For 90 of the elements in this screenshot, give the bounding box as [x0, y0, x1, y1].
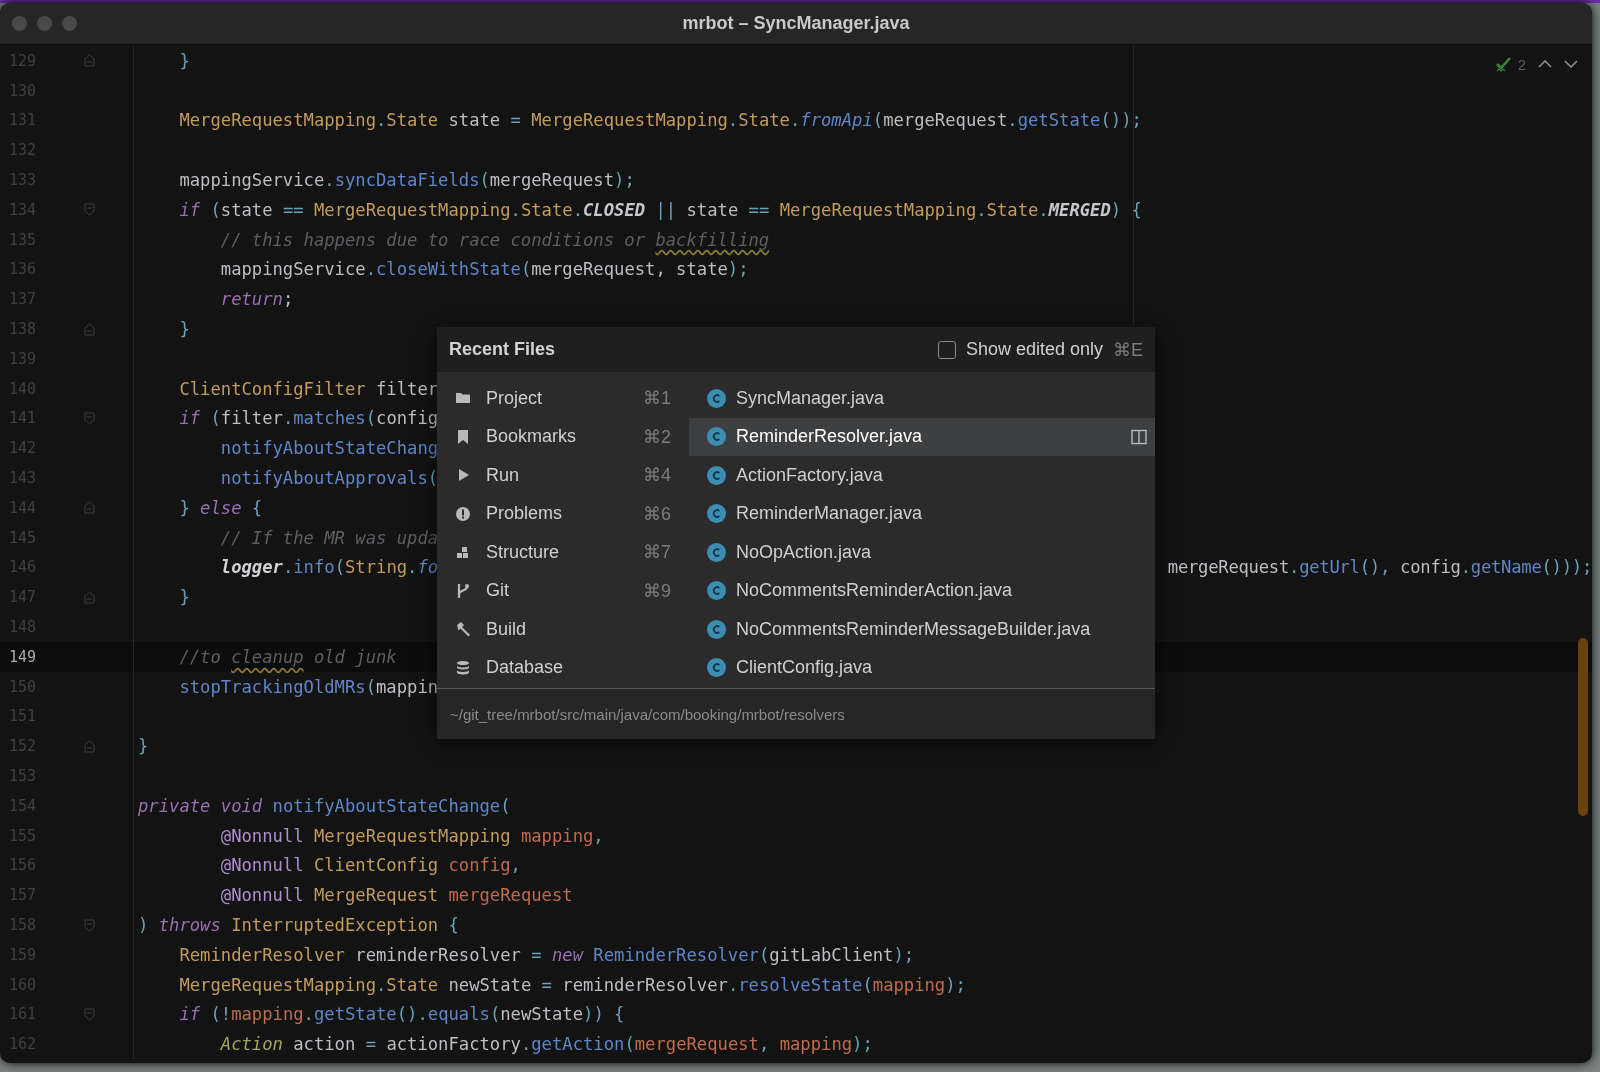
- code-line: Action action = actionFactory.getAction(mergeRequest, mapping);: [219, 1034, 873, 1055]
- tool-window-item[interactable]: Build: [486, 618, 527, 640]
- shortcut-hint: ⌘4: [643, 464, 671, 487]
- inspection-count: 2: [1517, 55, 1526, 73]
- class-icon: [707, 465, 726, 485]
- code-line: } else {: [178, 497, 263, 518]
- fold-marker-icon[interactable]: [83, 501, 95, 515]
- code-line: logger.info(String.fo: [219, 557, 439, 578]
- code-line: notifyAboutStateChang: [219, 438, 439, 459]
- shortcut-hint: ⌘9: [643, 579, 671, 602]
- zoom-button[interactable]: [62, 16, 77, 31]
- tool-window-item[interactable]: Problems: [486, 503, 563, 525]
- class-icon: [707, 658, 726, 678]
- file-item[interactable]: ReminderManager.java: [689, 494, 1155, 533]
- class-icon: [707, 388, 726, 408]
- window-title: mrbot – SyncManager.java: [682, 13, 910, 34]
- code-line: if (filter.matches(config: [178, 408, 439, 429]
- chevron-up-icon[interactable]: [1538, 59, 1552, 69]
- fold-marker-icon[interactable]: [83, 590, 95, 604]
- code-line: ReminderResolver reminderResolver = new ReminderResolver(gitLabClient);: [178, 944, 915, 965]
- file-item[interactable]: ReminderResolver.java: [689, 417, 1155, 456]
- fold-marker-icon[interactable]: [83, 411, 95, 425]
- checkbox-label[interactable]: Show edited only: [965, 339, 1103, 360]
- code-line: @Nonnull ClientConfig config,: [219, 855, 521, 876]
- code-line: if (!mapping.getState().equals(newState)) {: [178, 1004, 625, 1025]
- minimize-button[interactable]: [37, 16, 52, 31]
- code-line: // this happens due to race conditions or backfilling: [219, 229, 770, 250]
- code-line: }: [178, 587, 190, 608]
- code-line: return;: [219, 289, 294, 310]
- tool-window-item[interactable]: Bookmarks: [486, 426, 577, 448]
- file-item[interactable]: SyncManager.java: [689, 379, 1155, 418]
- code-line: if (state == MergeRequestMapping.State.CLOSED || state == MergeRequestMapping.State.MERGED) {: [178, 199, 1142, 220]
- fold-marker-icon[interactable]: [83, 322, 95, 336]
- class-icon: [707, 619, 726, 639]
- code-line: mappingService.closeWithState(mergeRequest, state);: [219, 259, 749, 280]
- branch-icon: [455, 582, 471, 599]
- file-item[interactable]: NoCommentsReminderMessageBuilder.java: [689, 610, 1155, 649]
- code-line: notifyAboutApprovals(: [219, 468, 439, 489]
- class-icon: [707, 542, 726, 562]
- tool-window-item[interactable]: Project: [486, 387, 543, 409]
- code-line: ClientConfigFilter filter: [178, 378, 439, 399]
- tool-window-item[interactable]: Run: [486, 464, 520, 486]
- tool-window-item[interactable]: Git: [486, 580, 509, 602]
- class-icon: [707, 581, 726, 601]
- file-item[interactable]: ActionFactory.java: [689, 456, 1155, 495]
- code-line: mergeRequest.getUrl(), config.getName()));: [1167, 557, 1592, 578]
- split-view-icon[interactable]: [1131, 428, 1147, 445]
- code-line: stopTrackingOldMRs(mappin: [178, 676, 439, 697]
- tool-window-item[interactable]: Structure: [486, 541, 560, 563]
- scrollbar-thumb[interactable]: [1578, 638, 1588, 816]
- code-line: MergeRequestMapping.State newState = reminderResolver.resolveState(mapping);: [178, 974, 966, 995]
- code-line: }: [138, 736, 149, 757]
- check-icon[interactable]: [1494, 55, 1513, 73]
- code-line: mappingService.syncDataFields(mergeRequest);: [178, 170, 635, 191]
- code-line: //to cleanup old junk: [178, 646, 397, 667]
- close-button[interactable]: [12, 16, 27, 31]
- fold-marker-icon[interactable]: [83, 203, 95, 217]
- class-icon: [707, 504, 726, 524]
- code-line: }: [178, 50, 190, 71]
- database-icon: [455, 659, 471, 676]
- shortcut-hint: ⌘E: [1113, 338, 1143, 361]
- fold-marker-icon[interactable]: [83, 1007, 95, 1021]
- code-line: ) throws InterruptedException {: [138, 915, 459, 935]
- file-item[interactable]: NoOpAction.java: [689, 533, 1155, 572]
- checkbox[interactable]: [937, 340, 956, 359]
- file-item[interactable]: ClientConfig.java: [689, 648, 1155, 687]
- tool-window-item[interactable]: Database: [486, 657, 564, 679]
- file-path: ~/git_tree/mrbot/src/main/java/com/booking/mrbot/resolvers: [450, 705, 845, 723]
- code-line: // If the MR was upda: [219, 527, 439, 548]
- exclamation-icon: [455, 505, 471, 522]
- chevron-down-icon[interactable]: [1564, 59, 1578, 69]
- file-item[interactable]: NoCommentsReminderAction.java: [689, 571, 1155, 610]
- bookmark-icon: [455, 428, 471, 445]
- popup-title: Recent Files: [449, 339, 556, 360]
- code-line: }: [178, 319, 190, 340]
- shortcut-hint: ⌘7: [643, 541, 671, 564]
- shortcut-hint: ⌘1: [643, 387, 671, 410]
- fold-marker-icon[interactable]: [83, 918, 95, 932]
- fold-marker-icon[interactable]: [83, 739, 95, 753]
- shortcut-hint: ⌘6: [643, 502, 671, 525]
- code-line: @Nonnull MergeRequestMapping mapping,: [219, 825, 604, 846]
- shortcut-hint: ⌘2: [643, 425, 671, 448]
- code-line: private void notifyAboutStateChange(: [138, 795, 511, 816]
- hammer-icon: [455, 621, 471, 638]
- line-number: 149: [8, 647, 38, 666]
- code-line: @Nonnull MergeRequest mergeRequest: [219, 885, 573, 906]
- code-line: MergeRequestMapping.State state = MergeRequestMapping.State.fromApi(mergeRequest.getState());: [178, 110, 1142, 131]
- class-icon: [707, 427, 726, 447]
- fold-marker-icon[interactable]: [83, 54, 95, 68]
- structure-icon: [455, 544, 471, 561]
